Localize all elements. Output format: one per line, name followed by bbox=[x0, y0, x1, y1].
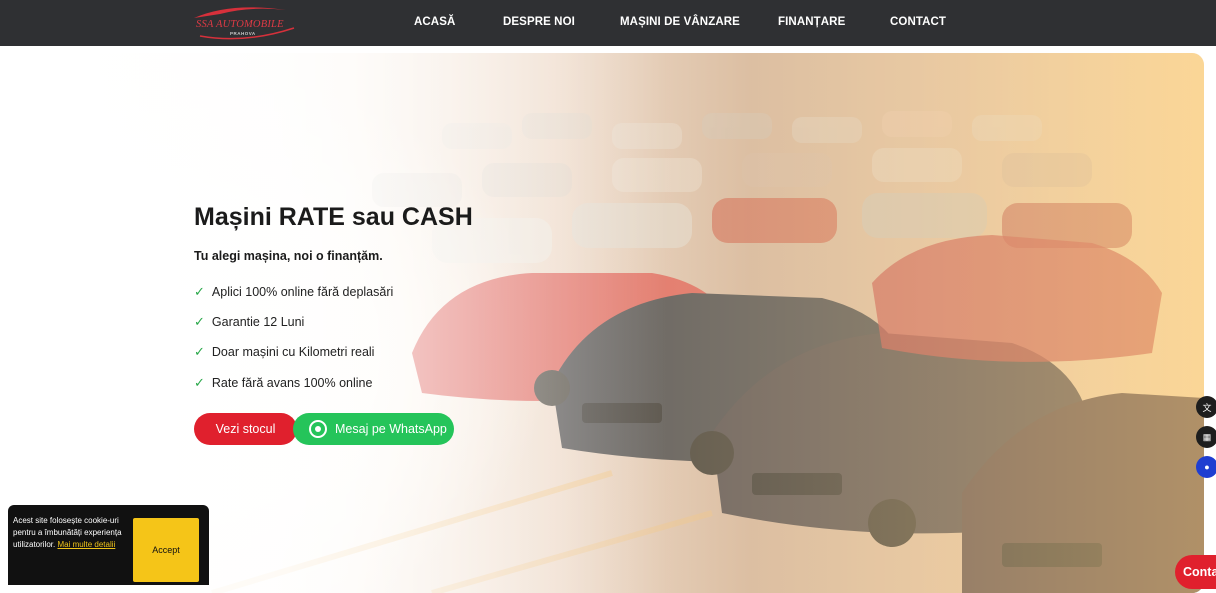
hero-subtitle: Tu alegi mașina, noi o finanțăm. bbox=[194, 249, 383, 263]
feature-item: ✓ Aplici 100% online fără deplasări bbox=[194, 284, 393, 300]
check-icon: ✓ bbox=[194, 284, 205, 299]
nav-item-about[interactable]: DESPRE NOI bbox=[503, 16, 575, 28]
check-icon: ✓ bbox=[194, 344, 205, 359]
nav-item-cars-for-sale[interactable]: MAȘINI DE VÂNZARE bbox=[620, 16, 740, 28]
hero-title: Mașini RATE sau CASH bbox=[194, 203, 473, 231]
nav-item-financing[interactable]: FINANȚARE bbox=[778, 16, 845, 28]
logo[interactable]: SSA AUTOMOBILE PRAHOVA bbox=[190, 4, 300, 42]
nav-item-contact[interactable]: CONTACT bbox=[890, 16, 946, 28]
contact-floating-button[interactable]: Contact bbox=[1175, 555, 1216, 589]
check-icon: ✓ bbox=[194, 314, 205, 329]
feature-text: Rate fără avans 100% online bbox=[211, 376, 373, 390]
cookie-accept-button[interactable]: Accept bbox=[133, 518, 199, 582]
feature-item: ✓ Garantie 12 Luni bbox=[194, 314, 304, 330]
cookie-banner: Acest site folosește cookie-uri pentru a… bbox=[8, 505, 209, 585]
feature-text: Doar mașini cu Kilometri reali bbox=[211, 345, 375, 359]
nav-item-home[interactable]: ACASĂ bbox=[414, 16, 455, 28]
logo-text: SSA AUTOMOBILE bbox=[196, 19, 284, 30]
check-icon: ✓ bbox=[194, 375, 205, 390]
feature-text: Aplici 100% online fără deplasări bbox=[211, 285, 394, 299]
whatsapp-icon bbox=[309, 420, 327, 438]
grid-icon[interactable]: ▦ bbox=[1196, 426, 1216, 448]
logo-subtext: PRAHOVA bbox=[230, 31, 256, 36]
translate-icon[interactable]: 文 bbox=[1196, 396, 1216, 418]
whatsapp-button[interactable]: Mesaj pe WhatsApp bbox=[293, 413, 454, 445]
feature-item: ✓ Rate fără avans 100% online bbox=[194, 375, 372, 391]
view-stock-button[interactable]: Vezi stocul bbox=[194, 413, 297, 445]
whatsapp-button-label: Mesaj pe WhatsApp bbox=[335, 422, 447, 436]
navbar: SSA AUTOMOBILE PRAHOVA ACASĂ DESPRE NOI … bbox=[0, 0, 1216, 46]
feature-item: ✓ Doar mașini cu Kilometri reali bbox=[194, 344, 374, 360]
chat-bot-icon[interactable]: ● bbox=[1196, 456, 1216, 478]
cookie-message: Acest site folosește cookie-uri pentru a… bbox=[13, 515, 143, 551]
feature-text: Garantie 12 Luni bbox=[211, 315, 305, 329]
cookie-details-link[interactable]: Mai multe detalii bbox=[57, 540, 115, 549]
